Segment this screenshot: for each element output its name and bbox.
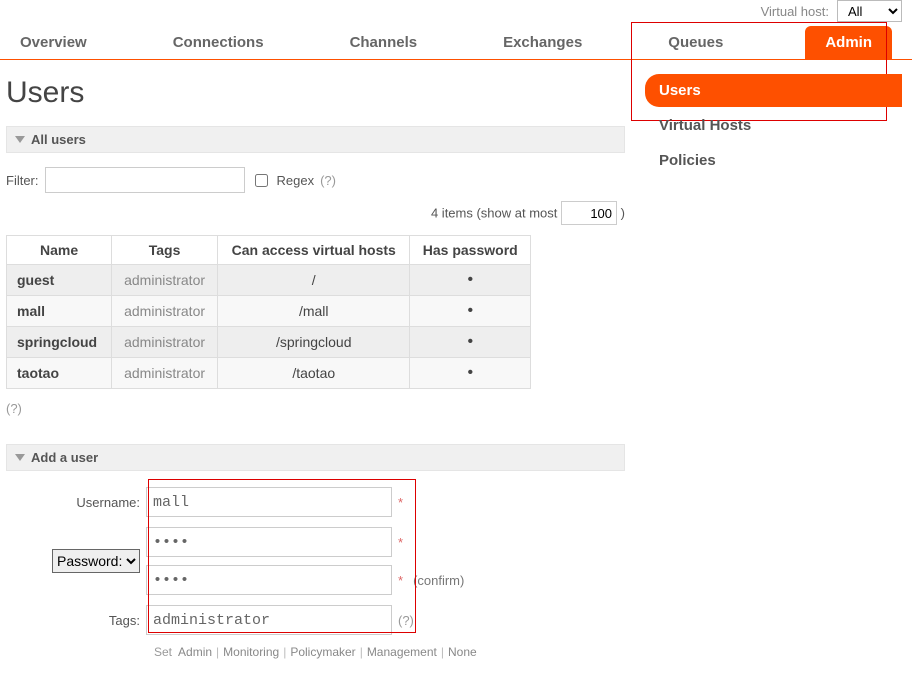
- preset-sep: |: [441, 645, 444, 659]
- preset-none[interactable]: None: [448, 645, 477, 659]
- cell-name[interactable]: guest: [7, 265, 112, 296]
- vhost-label: Virtual host:: [761, 4, 829, 19]
- tab-overview[interactable]: Overview: [2, 26, 105, 59]
- th-name[interactable]: Name: [7, 236, 112, 265]
- cell-pwd: [410, 358, 531, 389]
- cell-tags: administrator: [112, 296, 218, 327]
- cell-tags: administrator: [112, 265, 218, 296]
- cell-vhost: /mall: [218, 296, 410, 327]
- tab-queues[interactable]: Queues: [650, 26, 741, 59]
- tab-exchanges[interactable]: Exchanges: [485, 26, 600, 59]
- items-count-text: 4 items (show at most: [431, 206, 557, 221]
- username-label: Username:: [6, 495, 146, 510]
- nav-tabs: Overview Connections Channels Exchanges …: [0, 26, 912, 60]
- vhost-select[interactable]: All: [837, 0, 902, 22]
- users-table: Name Tags Can access virtual hosts Has p…: [6, 235, 531, 389]
- section-add-user[interactable]: Add a user: [6, 444, 625, 471]
- collapse-icon: [15, 454, 25, 461]
- section-all-users[interactable]: All users: [6, 126, 625, 153]
- tab-connections[interactable]: Connections: [155, 26, 282, 59]
- req-mark: *: [398, 535, 403, 550]
- req-mark: *: [398, 495, 403, 510]
- password-input[interactable]: [146, 527, 392, 557]
- cell-vhost: /taotao: [218, 358, 410, 389]
- side-item-users[interactable]: Users: [645, 74, 902, 107]
- req-mark: *: [398, 573, 403, 588]
- preset-sep: |: [283, 645, 286, 659]
- tab-channels[interactable]: Channels: [332, 26, 436, 59]
- tags-help[interactable]: (?): [398, 613, 414, 628]
- page-title: Users: [6, 76, 625, 110]
- tag-presets: Set Admin | Monitoring | Policymaker | Managem…: [154, 645, 625, 659]
- tags-input[interactable]: [146, 605, 392, 635]
- regex-checkbox[interactable]: [255, 174, 268, 187]
- preset-sep: |: [216, 645, 219, 659]
- cell-tags: administrator: [112, 327, 218, 358]
- preset-management[interactable]: Management: [367, 645, 437, 659]
- regex-help[interactable]: (?): [320, 173, 336, 188]
- cell-pwd: [410, 265, 531, 296]
- tags-label: Tags:: [6, 613, 146, 628]
- side-item-policies[interactable]: Policies: [645, 144, 902, 177]
- table-row[interactable]: malladministrator/mall: [7, 296, 531, 327]
- collapse-icon: [15, 136, 25, 143]
- admin-side-nav: Users Virtual Hosts Policies: [625, 60, 912, 189]
- table-row[interactable]: springcloudadministrator/springcloud: [7, 327, 531, 358]
- cell-pwd: [410, 327, 531, 358]
- th-vhost[interactable]: Can access virtual hosts: [218, 236, 410, 265]
- filter-label: Filter:: [6, 173, 39, 188]
- preset-set-label: Set: [154, 645, 172, 659]
- confirm-label: (confirm): [413, 573, 464, 588]
- max-items-input[interactable]: [561, 201, 617, 225]
- cell-name[interactable]: springcloud: [7, 327, 112, 358]
- preset-monitoring[interactable]: Monitoring: [223, 645, 279, 659]
- table-help[interactable]: (?): [6, 401, 22, 416]
- password-confirm-input[interactable]: [146, 565, 392, 595]
- preset-admin[interactable]: Admin: [178, 645, 212, 659]
- filter-input[interactable]: [45, 167, 245, 193]
- regex-label: Regex: [277, 173, 315, 188]
- side-item-vhosts[interactable]: Virtual Hosts: [645, 109, 902, 142]
- th-pwd[interactable]: Has password: [410, 236, 531, 265]
- username-input[interactable]: [146, 487, 392, 517]
- table-row[interactable]: taotaoadministrator/taotao: [7, 358, 531, 389]
- tab-admin[interactable]: Admin: [805, 26, 892, 59]
- cell-vhost: /springcloud: [218, 327, 410, 358]
- section-add-user-label: Add a user: [31, 450, 98, 465]
- table-row[interactable]: guestadministrator/: [7, 265, 531, 296]
- password-type-select[interactable]: Password:: [52, 549, 140, 573]
- cell-pwd: [410, 296, 531, 327]
- cell-vhost: /: [218, 265, 410, 296]
- preset-sep: |: [360, 645, 363, 659]
- cell-name[interactable]: mall: [7, 296, 112, 327]
- preset-policymaker[interactable]: Policymaker: [290, 645, 355, 659]
- cell-tags: administrator: [112, 358, 218, 389]
- section-all-users-label: All users: [31, 132, 86, 147]
- items-close-paren: ): [621, 206, 625, 221]
- cell-name[interactable]: taotao: [7, 358, 112, 389]
- th-tags[interactable]: Tags: [112, 236, 218, 265]
